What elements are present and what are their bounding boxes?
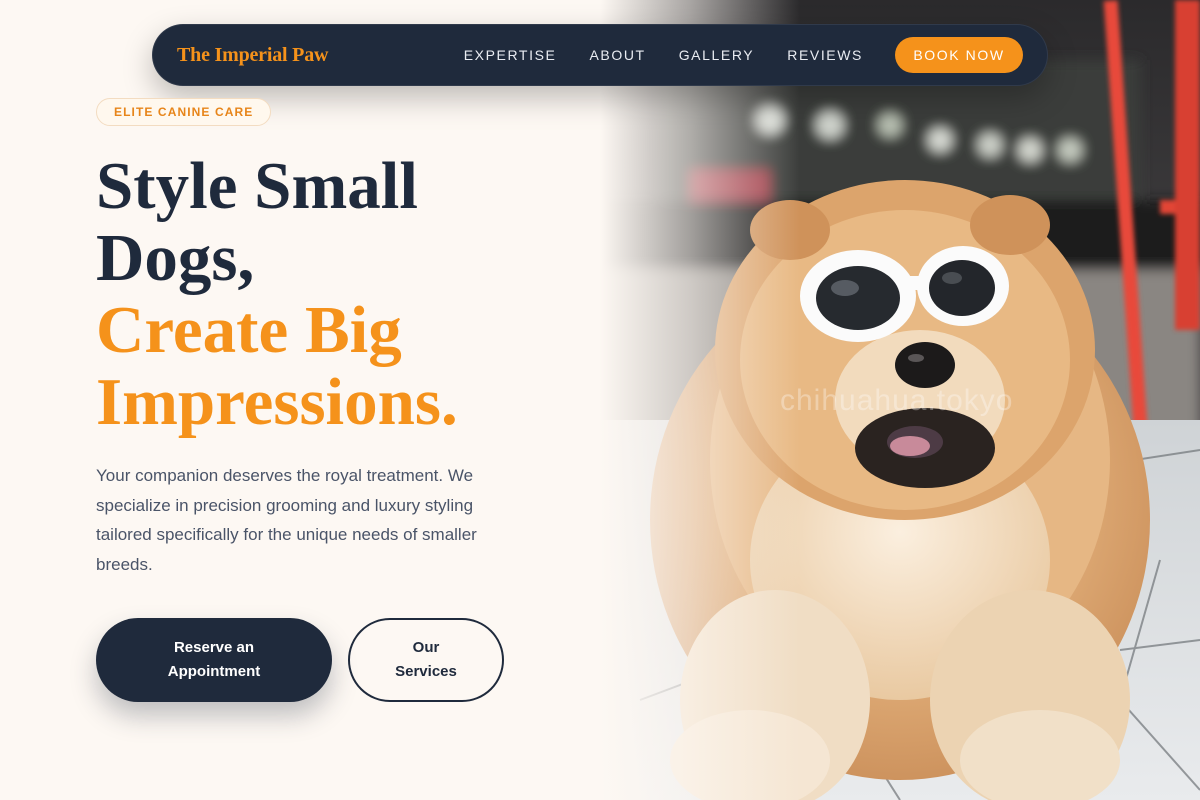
headline-accent-line-1: Create Big xyxy=(96,293,402,367)
nav-link-reviews[interactable]: REVIEWS xyxy=(787,47,863,63)
headline-line-2: Dogs, xyxy=(96,221,255,295)
image-watermark: chihuahua.tokyo xyxy=(780,384,1014,417)
elite-care-badge: ELITE CANINE CARE xyxy=(96,98,272,126)
hero-headline: Style Small Dogs, Create Big Impressions… xyxy=(96,150,458,438)
nav-link-expertise[interactable]: EXPERTISE xyxy=(464,47,557,63)
nav-link-about[interactable]: ABOUT xyxy=(589,47,645,63)
brand-logo[interactable]: The Imperial Paw xyxy=(177,44,328,67)
nav-link-gallery[interactable]: GALLERY xyxy=(679,47,755,63)
top-navigation: The Imperial Paw EXPERTISE ABOUT GALLERY… xyxy=(152,24,1048,86)
nav-links: EXPERTISE ABOUT GALLERY REVIEWS xyxy=(464,47,863,63)
book-now-button[interactable]: BOOK NOW xyxy=(895,37,1023,73)
headline-accent-line-2: Impressions. xyxy=(96,365,458,439)
headline-line-1: Style Small xyxy=(96,149,418,223)
our-services-button[interactable]: Our Services xyxy=(348,618,504,702)
image-fade-overlay xyxy=(600,0,800,800)
reserve-appointment-button[interactable]: Reserve an Appointment xyxy=(96,618,332,702)
hero-description: Your companion deserves the royal treatm… xyxy=(96,466,477,574)
